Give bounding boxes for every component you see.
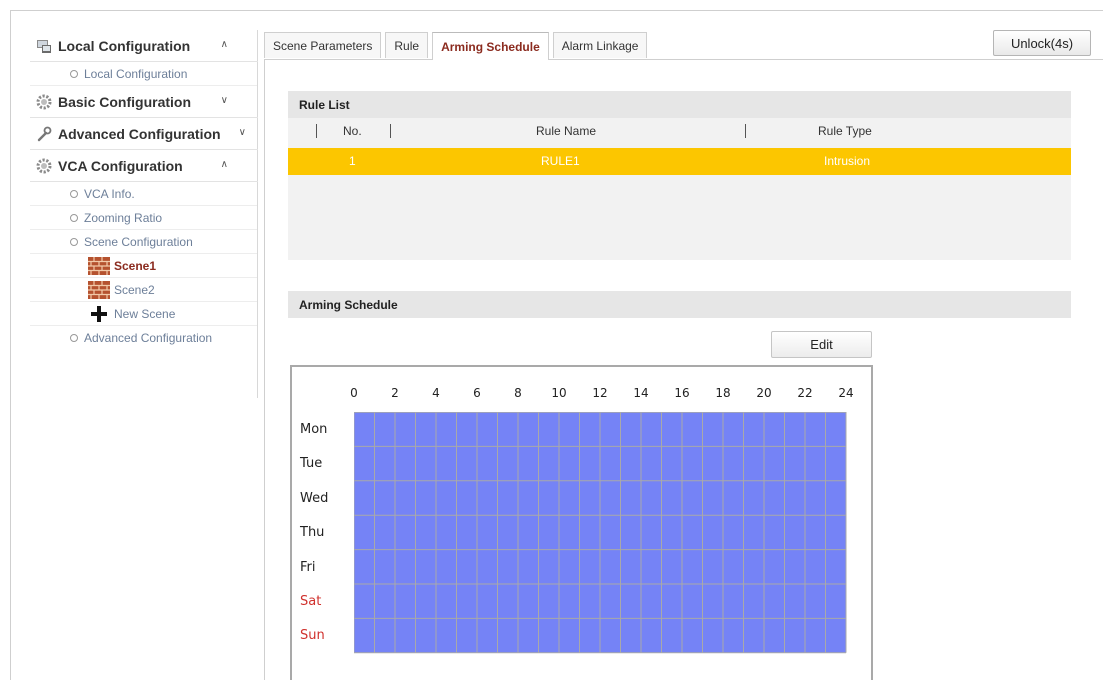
gear-icon [36, 158, 52, 174]
sidebar-item-scene2[interactable]: Scene2 [30, 278, 258, 302]
hour-label: 4 [432, 386, 440, 400]
sidebar: Local Configuration ∧ Local Configuratio… [30, 30, 258, 398]
bullet-icon [70, 213, 78, 222]
day-label: Sun [300, 628, 325, 644]
hour-label: 0 [350, 386, 358, 400]
sidebar-item-zooming-ratio[interactable]: Zooming Ratio [30, 206, 258, 230]
column-separator [390, 124, 391, 138]
hour-label: 6 [473, 386, 481, 400]
hour-label: 8 [514, 386, 522, 400]
hour-label: 22 [797, 386, 813, 400]
plus-icon [88, 305, 110, 323]
brick-wall-icon [88, 280, 110, 299]
sidebar-item-label: Scene Configuration [84, 234, 193, 249]
sidebar-item-local-configuration[interactable]: Local Configuration [30, 62, 258, 86]
sidebar-item-label: Local Configuration [84, 66, 188, 81]
day-label: Thu [300, 525, 325, 541]
hour-label: 12 [592, 386, 608, 400]
wrench-icon [36, 126, 52, 142]
unlock-button[interactable]: Unlock(4s) [993, 30, 1091, 56]
sidebar-item-label: VCA Info. [84, 186, 135, 201]
bullet-icon [70, 69, 78, 78]
chevron-down-icon: ∨ [238, 127, 246, 138]
brick-wall-icon [88, 256, 110, 275]
day-label: Fri [300, 559, 316, 575]
day-label: Tue [300, 456, 323, 472]
day-label: Mon [300, 422, 328, 437]
sidebar-section-label: Basic Configuration [58, 93, 192, 110]
bullet-icon [70, 189, 78, 198]
hour-label: 2 [391, 386, 399, 400]
sidebar-item-scene1[interactable]: Scene1 [30, 254, 258, 278]
scene-label: Scene2 [114, 282, 155, 297]
day-label: Wed [300, 490, 329, 506]
sidebar-item-label: Advanced Configuration [84, 331, 213, 345]
sidebar-item-advanced-configuration[interactable]: Advanced Configuration [30, 326, 258, 350]
hour-label: 18 [715, 386, 731, 400]
column-header-rule-type: Rule Type [818, 124, 872, 138]
rule-list-table: No. Rule Name Rule Type 1 RULE1 Intrusio… [288, 118, 1071, 260]
rule-list-header: Rule List [288, 91, 1071, 118]
sidebar-item-scene-configuration[interactable]: Scene Configuration [30, 230, 258, 254]
table-row[interactable]: 1 RULE1 Intrusion [288, 148, 1071, 175]
sidebar-section-local-configuration[interactable]: Local Configuration ∧ [30, 30, 258, 62]
tab-arming-schedule[interactable]: Arming Schedule [432, 32, 549, 60]
column-header-no: No. [343, 124, 362, 138]
sidebar-section-label: Advanced Configuration [58, 125, 221, 142]
tab-alarm-linkage[interactable]: Alarm Linkage [552, 32, 648, 58]
tab-bar: Scene Parameters Rule Arming Schedule Al… [264, 32, 651, 60]
hour-label: 10 [551, 386, 567, 400]
content-divider [264, 59, 265, 680]
tab-rule[interactable]: Rule [385, 32, 429, 58]
sidebar-section-label: VCA Configuration [58, 157, 183, 174]
bullet-icon [70, 334, 78, 342]
sidebar-section-basic-configuration[interactable]: Basic Configuration ∨ [30, 86, 258, 118]
column-separator [316, 124, 317, 138]
cell-rule-type: Intrusion [824, 154, 871, 168]
local-config-icon [36, 38, 52, 54]
chevron-down-icon: ∨ [220, 95, 228, 106]
sidebar-item-vca-info[interactable]: VCA Info. [30, 182, 258, 206]
hour-label: 14 [633, 386, 649, 400]
sidebar-section-advanced-configuration[interactable]: Advanced Configuration ∨ [30, 118, 258, 150]
chevron-up-icon: ∧ [220, 159, 228, 170]
edit-button[interactable]: Edit [771, 331, 872, 358]
cell-no: 1 [349, 154, 356, 168]
day-label: Sat [300, 594, 322, 609]
hour-label: 24 [838, 386, 854, 400]
column-separator [745, 124, 746, 138]
tab-scene-parameters[interactable]: Scene Parameters [264, 32, 382, 58]
schedule-grid[interactable] [354, 412, 849, 662]
new-scene-button[interactable]: New Scene [30, 302, 258, 326]
rule-list-column-headers: No. Rule Name Rule Type [288, 118, 1071, 145]
sidebar-section-label: Local Configuration [58, 37, 191, 54]
hour-label: 20 [756, 386, 772, 400]
cell-rule-name: RULE1 [541, 154, 580, 168]
sidebar-item-label: Zooming Ratio [84, 210, 163, 225]
schedule-panel: 0 2 4 6 8 10 12 14 16 18 20 22 24 Mon Tue Wed Thu Fri Sat S… [290, 365, 873, 680]
gear-icon [36, 94, 52, 110]
bullet-icon [70, 237, 78, 246]
sidebar-section-vca-configuration[interactable]: VCA Configuration ∧ [30, 150, 258, 182]
new-scene-label: New Scene [114, 306, 176, 321]
arming-schedule-header: Arming Schedule [288, 291, 1071, 318]
column-header-rule-name: Rule Name [536, 124, 597, 138]
chevron-up-icon: ∧ [220, 39, 228, 50]
hour-label: 16 [674, 386, 690, 400]
scene-label: Scene1 [114, 258, 157, 273]
